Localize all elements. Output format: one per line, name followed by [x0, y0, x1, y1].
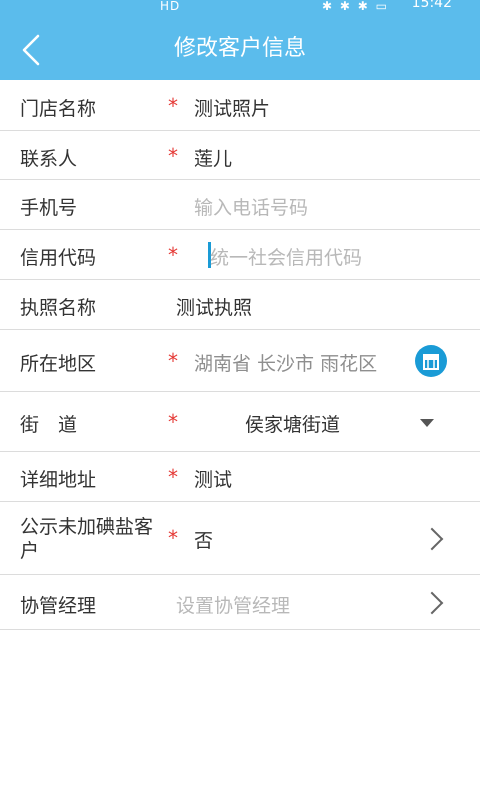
- status-icons: ✱ ✱ ✱ ▭: [322, 0, 389, 12]
- address-input[interactable]: 测试: [194, 465, 232, 492]
- form-row-license-name[interactable]: 执照名称 测试执照: [0, 280, 480, 330]
- required-star: *: [168, 144, 178, 168]
- assist-manager-label: 协管经理: [20, 595, 97, 617]
- license-name-input[interactable]: 测试执照: [176, 293, 252, 320]
- phone-label: 手机号: [20, 197, 78, 219]
- status-time: 15:42: [411, 0, 452, 11]
- credit-code-input[interactable]: 统一社会信用代码: [210, 243, 362, 270]
- required-star: *: [168, 526, 178, 550]
- form-row-store-name[interactable]: 门店名称 * 测试照片: [0, 80, 480, 131]
- required-star: *: [168, 243, 178, 267]
- form-row-region[interactable]: 所在地区 * 湖南省 长沙市 雨花区: [0, 330, 480, 392]
- license-name-label: 执照名称: [20, 297, 97, 319]
- customer-form: 门店名称 * 测试照片 联系人 * 莲儿 手机号 输入电话号码 信用代码 * 统…: [0, 80, 480, 630]
- page-title: 修改客户信息: [173, 36, 306, 61]
- form-row-address[interactable]: 详细地址 * 测试: [0, 452, 480, 502]
- chevron-right-icon[interactable]: [420, 591, 444, 615]
- store-name-label: 门店名称: [20, 98, 97, 120]
- form-row-phone[interactable]: 手机号 输入电话号码: [0, 180, 480, 230]
- contact-input[interactable]: 莲儿: [194, 144, 232, 171]
- address-label: 详细地址: [20, 469, 97, 491]
- dropdown-caret-icon[interactable]: [420, 419, 434, 427]
- storefront-icon: [423, 354, 439, 370]
- street-select[interactable]: 侯家塘街道: [245, 410, 340, 437]
- assist-manager-input[interactable]: 设置协管经理: [176, 591, 290, 618]
- status-bar: HD ✱ ✱ ✱ ▭ 15:42: [0, 0, 480, 12]
- non-iodized-salt-label: 公示未加碘盐客户: [20, 516, 154, 562]
- required-star: *: [168, 465, 178, 489]
- form-row-non-iodized-salt[interactable]: 公示未加碘盐客户 * 否: [0, 502, 480, 575]
- store-name-input[interactable]: 测试照片: [194, 94, 270, 121]
- form-row-contact[interactable]: 联系人 * 莲儿: [0, 131, 480, 180]
- status-hd-indicator: HD: [160, 0, 181, 12]
- form-row-street[interactable]: 街 道 * 侯家塘街道: [0, 392, 480, 452]
- credit-code-label: 信用代码: [20, 247, 97, 269]
- region-value[interactable]: 湖南省 长沙市 雨花区: [194, 349, 377, 376]
- form-row-assist-manager[interactable]: 协管经理 设置协管经理: [0, 575, 480, 630]
- non-iodized-salt-value[interactable]: 否: [194, 526, 213, 553]
- contact-label: 联系人: [20, 148, 78, 170]
- form-row-credit-code[interactable]: 信用代码 * 统一社会信用代码: [0, 230, 480, 280]
- phone-input[interactable]: 输入电话号码: [194, 193, 308, 220]
- street-label: 街 道: [20, 414, 78, 436]
- required-star: *: [168, 94, 178, 118]
- required-star: *: [168, 410, 178, 434]
- chevron-right-icon[interactable]: [420, 527, 444, 551]
- region-label: 所在地区: [20, 353, 97, 375]
- top-app-bar: 修改客户信息: [0, 12, 480, 80]
- required-star: *: [168, 349, 178, 373]
- store-locate-button[interactable]: [415, 345, 447, 377]
